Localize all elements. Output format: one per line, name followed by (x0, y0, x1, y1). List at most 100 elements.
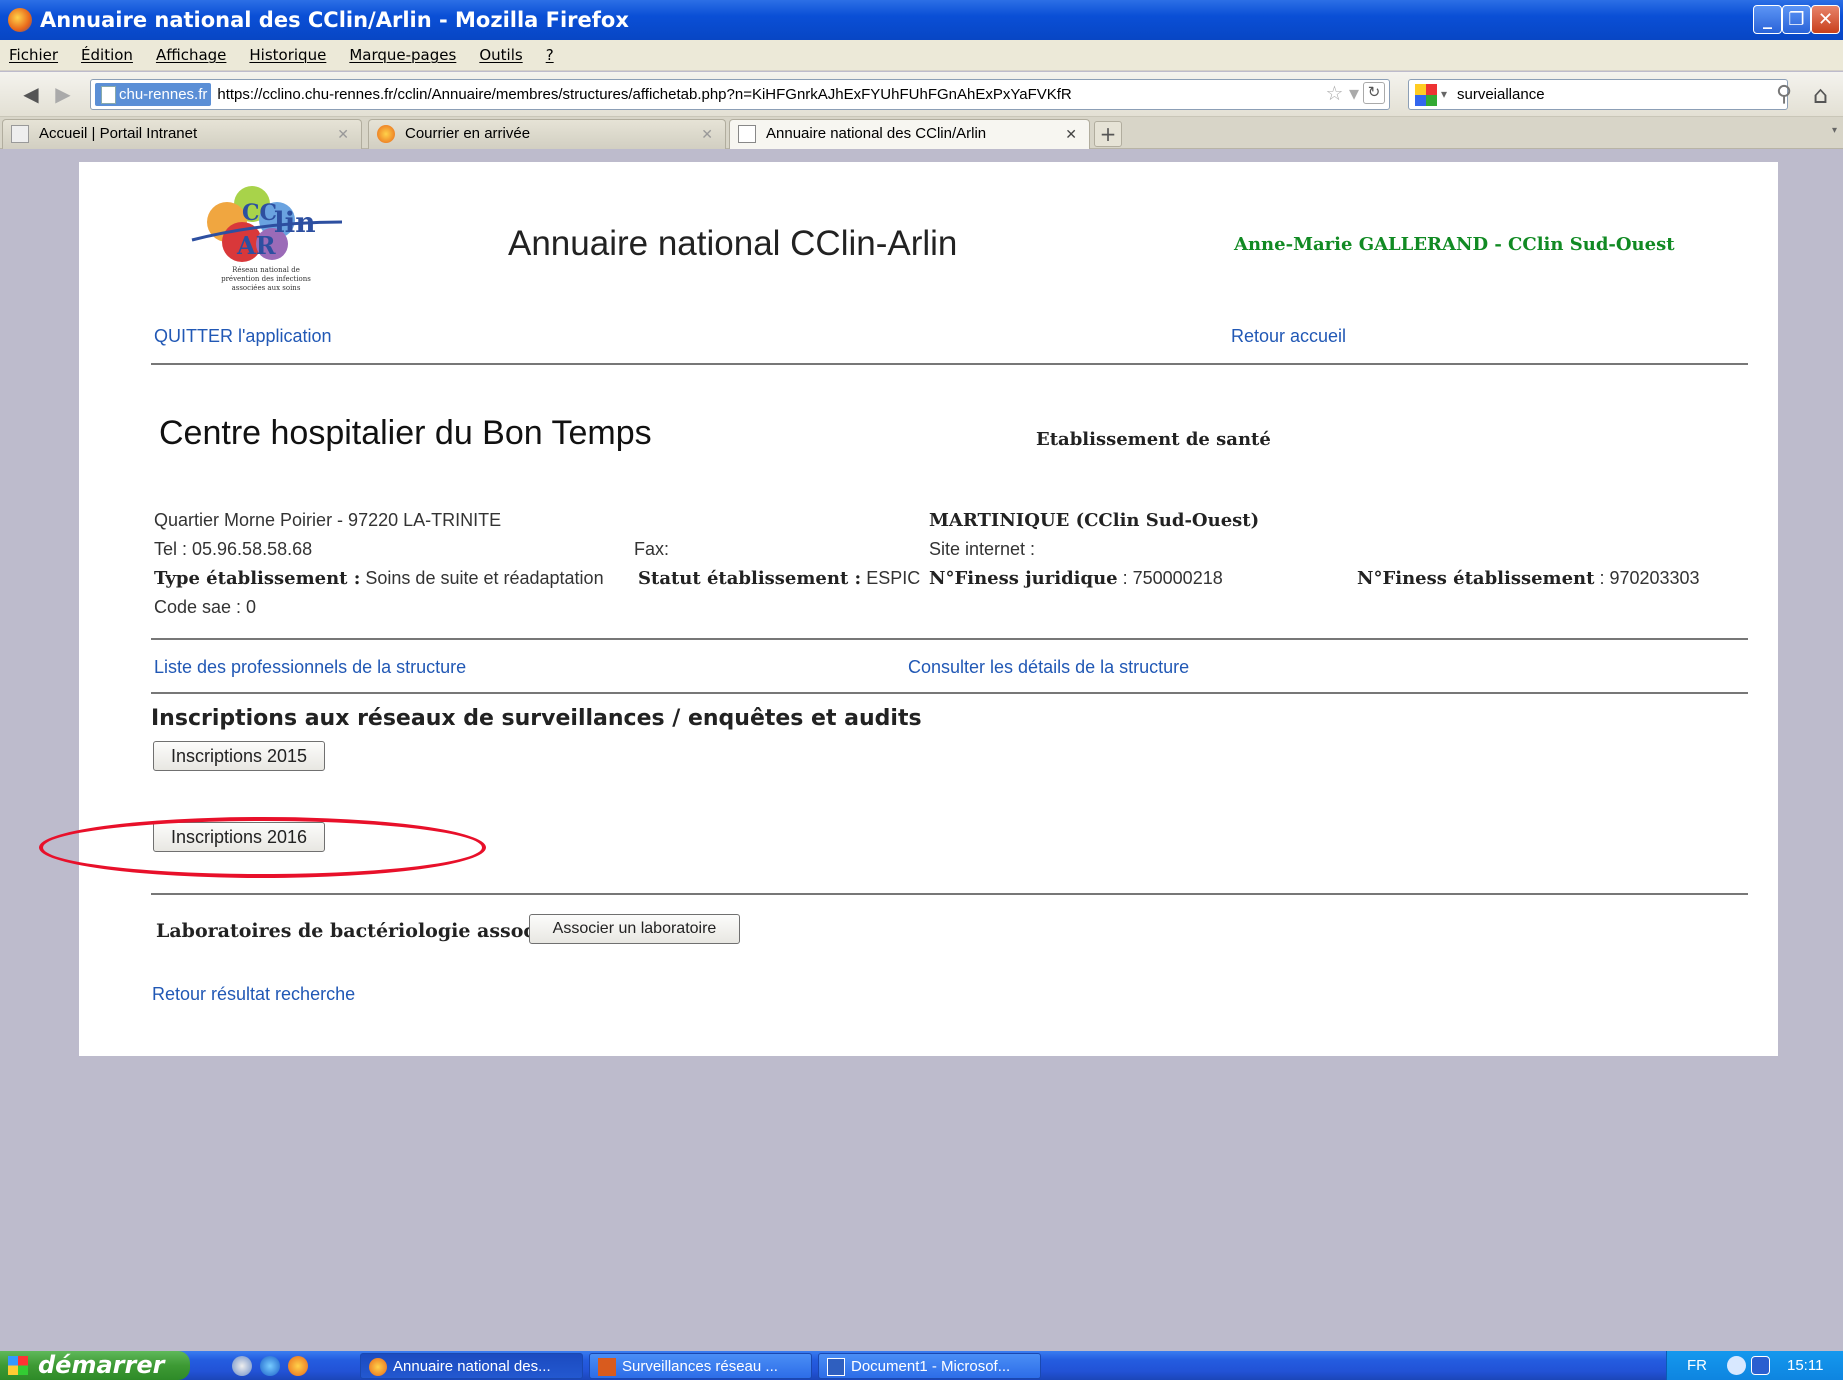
telephone: Tel : 05.96.58.58.68 (154, 539, 313, 559)
windows-logo-icon (8, 1356, 28, 1375)
tab-label: Annuaire national des CClin/Arlin (766, 125, 987, 142)
type-label: Type établissement : (154, 568, 361, 589)
restore-button[interactable]: ❐ (1782, 5, 1811, 34)
tab-label: Courrier en arrivée (405, 125, 531, 142)
statut-label: Statut établissement : (638, 568, 862, 589)
tab-list-icon[interactable]: ▾ (1832, 125, 1837, 136)
type-etablissement: Type établissement : Soins de suite et r… (154, 568, 604, 589)
close-button[interactable]: ✕ (1811, 5, 1840, 34)
new-tab-button[interactable]: + (1094, 121, 1122, 147)
back-arrow-icon[interactable]: ◀ (18, 81, 44, 107)
svg-text:AR: AR (236, 231, 277, 260)
svg-text:CC: CC (242, 200, 277, 226)
close-icon[interactable]: ✕ (1065, 120, 1077, 148)
statut-value: ESPIC (861, 568, 921, 588)
task-label: Annuaire national des... (393, 1358, 551, 1375)
forward-arrow-icon[interactable]: ▶ (50, 81, 76, 107)
tab-courrier[interactable]: Courrier en arrivée ✕ (368, 119, 726, 149)
page-icon (738, 125, 756, 143)
site-identity-badge[interactable]: chu-rennes.fr (95, 83, 212, 106)
windows-taskbar: démarrer Annuaire national des... Survei… (0, 1351, 1843, 1380)
page-title: Annuaire national CClin-Arlin (508, 224, 958, 263)
tab-portail-intranet[interactable]: Accueil | Portail Intranet ✕ (2, 119, 362, 149)
svg-text:prévention des infections: prévention des infections (221, 275, 311, 283)
finess-etab-value: : 970203303 (1594, 568, 1700, 588)
type-value: Soins de suite et réadaptation (360, 568, 604, 588)
menu-affichage[interactable]: Affichage (156, 40, 226, 71)
menu-fichier[interactable]: Fichier (9, 40, 58, 71)
chevron-down-icon: ▾ (1441, 87, 1448, 101)
show-desktop-icon[interactable] (232, 1356, 252, 1376)
home-link[interactable]: Retour accueil (1231, 326, 1346, 347)
tray-arrow-icon[interactable] (1727, 1356, 1746, 1375)
mail-icon (377, 125, 395, 143)
page-content: CC lin AR Réseau national de prévention … (79, 162, 1778, 1056)
menu-aide[interactable]: ? (546, 40, 554, 71)
region: MARTINIQUE (CClin Sud-Ouest) (929, 510, 1260, 531)
system-tray: FR 15:11 (1666, 1351, 1843, 1380)
user-name: Anne-Marie GALLERAND - CClin Sud-Ouest (1234, 234, 1675, 255)
internet-explorer-icon[interactable] (260, 1356, 280, 1376)
professionals-link[interactable]: Liste des professionnels de la structure (154, 657, 466, 678)
labs-label: Laboratoires de bactériologie associés : (156, 920, 579, 942)
divider (151, 363, 1748, 365)
firefox-icon (8, 8, 32, 32)
finess-juridique: N°Finess juridique : 750000218 (929, 568, 1223, 589)
tab-annuaire[interactable]: Annuaire national des CClin/Arlin ✕ (729, 119, 1090, 149)
reload-icon[interactable]: ↻ (1363, 82, 1385, 104)
magnifier-icon[interactable]: ⚲ (1776, 82, 1792, 107)
tab-bar: Accueil | Portail Intranet ✕ Courrier en… (0, 117, 1843, 149)
code-sae: Code sae : 0 (154, 597, 257, 617)
website: Site internet : (929, 539, 1036, 559)
divider (151, 893, 1748, 895)
start-button[interactable]: démarrer (0, 1351, 190, 1380)
back-to-results-link[interactable]: Retour résultat recherche (152, 984, 355, 1005)
menu-outils[interactable]: Outils (479, 40, 522, 71)
page-icon (11, 125, 29, 143)
bookmark-star-icon[interactable]: ☆ ▾ (1325, 80, 1359, 109)
search-input[interactable]: ▾ surveiallance (1408, 79, 1788, 110)
window-titlebar: Annuaire national des CClin/Arlin - Mozi… (0, 0, 1843, 40)
search-value: surveiallance (1457, 86, 1545, 103)
task-label: Surveillances réseau ... (622, 1358, 778, 1375)
cclin-arlin-logo: CC lin AR Réseau national de prévention … (191, 186, 343, 292)
url-text: https://cclino.chu-rennes.fr/cclin/Annua… (217, 86, 1072, 103)
start-label: démarrer (38, 1351, 165, 1379)
home-icon[interactable]: ⌂ (1813, 81, 1828, 109)
close-icon[interactable]: ✕ (701, 120, 713, 148)
fax: Fax: (634, 539, 670, 559)
minimize-button[interactable]: _ (1753, 5, 1782, 34)
task-powerpoint[interactable]: Surveillances réseau ... (589, 1353, 812, 1379)
powerpoint-icon (598, 1358, 616, 1376)
clock: 15:11 (1787, 1357, 1824, 1374)
close-icon[interactable]: ✕ (337, 120, 349, 148)
finess-etablissement: N°Finess établissement : 970203303 (1357, 568, 1700, 589)
menu-edition[interactable]: Édition (81, 40, 133, 71)
finess-etab-label: N°Finess établissement (1357, 568, 1595, 589)
firefox-icon[interactable] (288, 1356, 308, 1376)
firefox-icon (369, 1358, 387, 1376)
inscriptions-heading: Inscriptions aux réseaux de surveillance… (151, 706, 922, 731)
menu-marque-pages[interactable]: Marque-pages (349, 40, 456, 71)
highlight-ellipse (39, 817, 486, 878)
tab-label: Accueil | Portail Intranet (39, 125, 198, 142)
quit-link[interactable]: QUITTER l'application (154, 326, 332, 347)
finess-jur-value: : 750000218 (1117, 568, 1223, 588)
task-word[interactable]: Document1 - Microsof... (818, 1353, 1041, 1379)
search-engine-icon[interactable] (1415, 84, 1437, 106)
inscriptions-2015-button[interactable]: Inscriptions 2015 (153, 741, 325, 771)
svg-text:Réseau national de: Réseau national de (232, 266, 300, 274)
details-link[interactable]: Consulter les détails de la structure (908, 657, 1189, 678)
antivirus-icon[interactable] (1751, 1356, 1770, 1375)
task-firefox[interactable]: Annuaire national des... (360, 1353, 583, 1379)
language-indicator[interactable]: FR (1687, 1351, 1707, 1380)
window-title: Annuaire national des CClin/Arlin - Mozi… (40, 8, 629, 32)
task-label: Document1 - Microsof... (851, 1358, 1011, 1375)
navigation-bar: ◀ ▶ chu-rennes.fr https://cclino.chu-renn… (0, 72, 1843, 117)
menu-historique[interactable]: Historique (249, 40, 326, 71)
structure-name: Centre hospitalier du Bon Temps (159, 414, 652, 452)
finess-jur-label: N°Finess juridique (929, 568, 1118, 589)
associate-lab-button[interactable]: Associer un laboratoire (529, 914, 740, 944)
url-bar[interactable]: chu-rennes.fr https://cclino.chu-rennes.f… (90, 79, 1390, 110)
statut-etablissement: Statut établissement : ESPIC (638, 568, 920, 589)
